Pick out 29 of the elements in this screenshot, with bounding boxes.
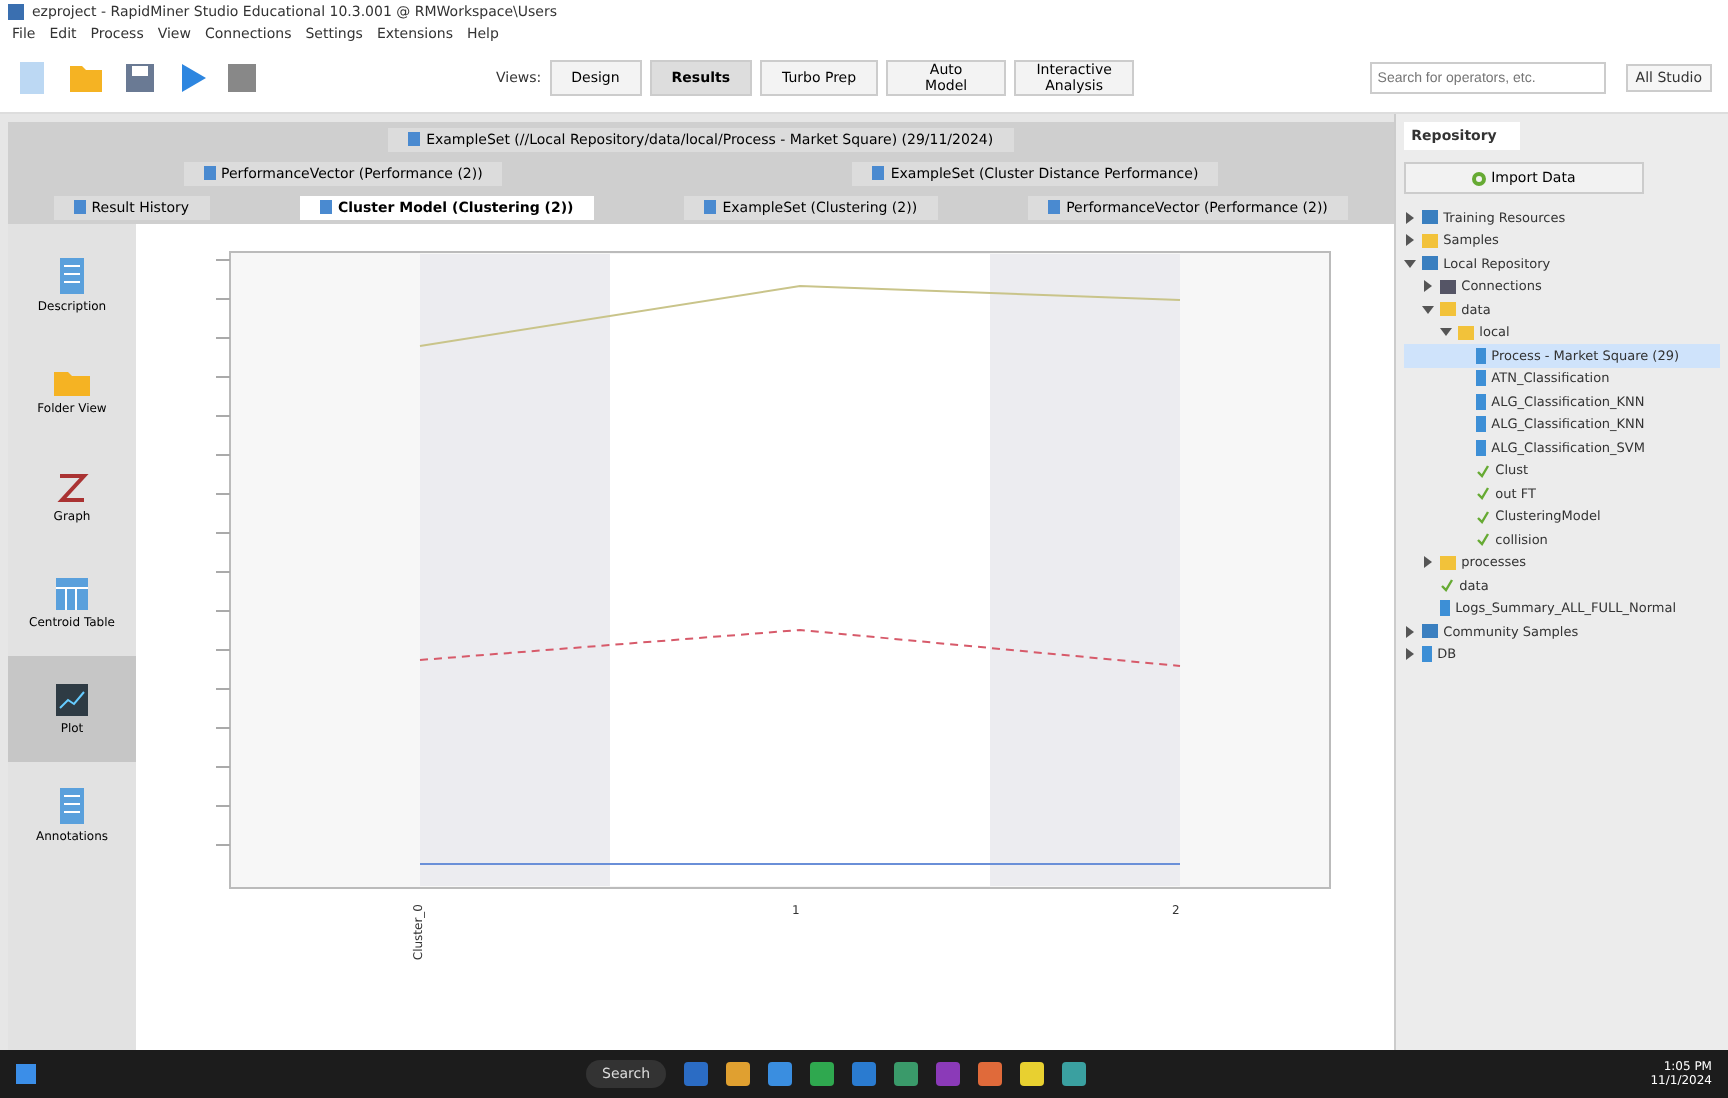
taskbar-app-icon[interactable] <box>978 1062 1003 1086</box>
taskbar-app-icon[interactable] <box>810 1062 835 1086</box>
taskbar-app-icon[interactable] <box>1062 1062 1087 1086</box>
graph-icon <box>54 470 90 506</box>
save-button[interactable] <box>124 62 156 94</box>
collapse-arrow-icon[interactable] <box>1403 257 1416 270</box>
taskbar-app-icon[interactable] <box>726 1062 751 1086</box>
table-icon <box>54 576 90 612</box>
repository-icon <box>1421 624 1438 639</box>
plot-icon <box>54 682 90 718</box>
expand-arrow-icon[interactable] <box>1421 556 1434 569</box>
data-icon <box>1421 646 1432 663</box>
connection-icon <box>1439 279 1456 294</box>
taskbar-app-icon[interactable] <box>894 1062 919 1086</box>
taskbar-app-icon[interactable] <box>768 1062 793 1086</box>
app-icon <box>8 3 24 19</box>
taskbar-app-icon[interactable] <box>1020 1062 1045 1086</box>
folder-icon <box>1421 233 1438 248</box>
data-icon <box>1439 600 1450 617</box>
repository-icon <box>1421 256 1438 271</box>
start-icon[interactable] <box>16 1064 36 1084</box>
folder-icon <box>1439 555 1456 570</box>
run-button[interactable] <box>176 62 208 94</box>
document-icon <box>56 256 88 296</box>
check-icon <box>1439 578 1454 593</box>
folder-icon <box>52 366 92 398</box>
repository-icon <box>1421 210 1438 225</box>
document-icon <box>56 786 88 826</box>
expand-arrow-icon[interactable] <box>1421 280 1434 293</box>
